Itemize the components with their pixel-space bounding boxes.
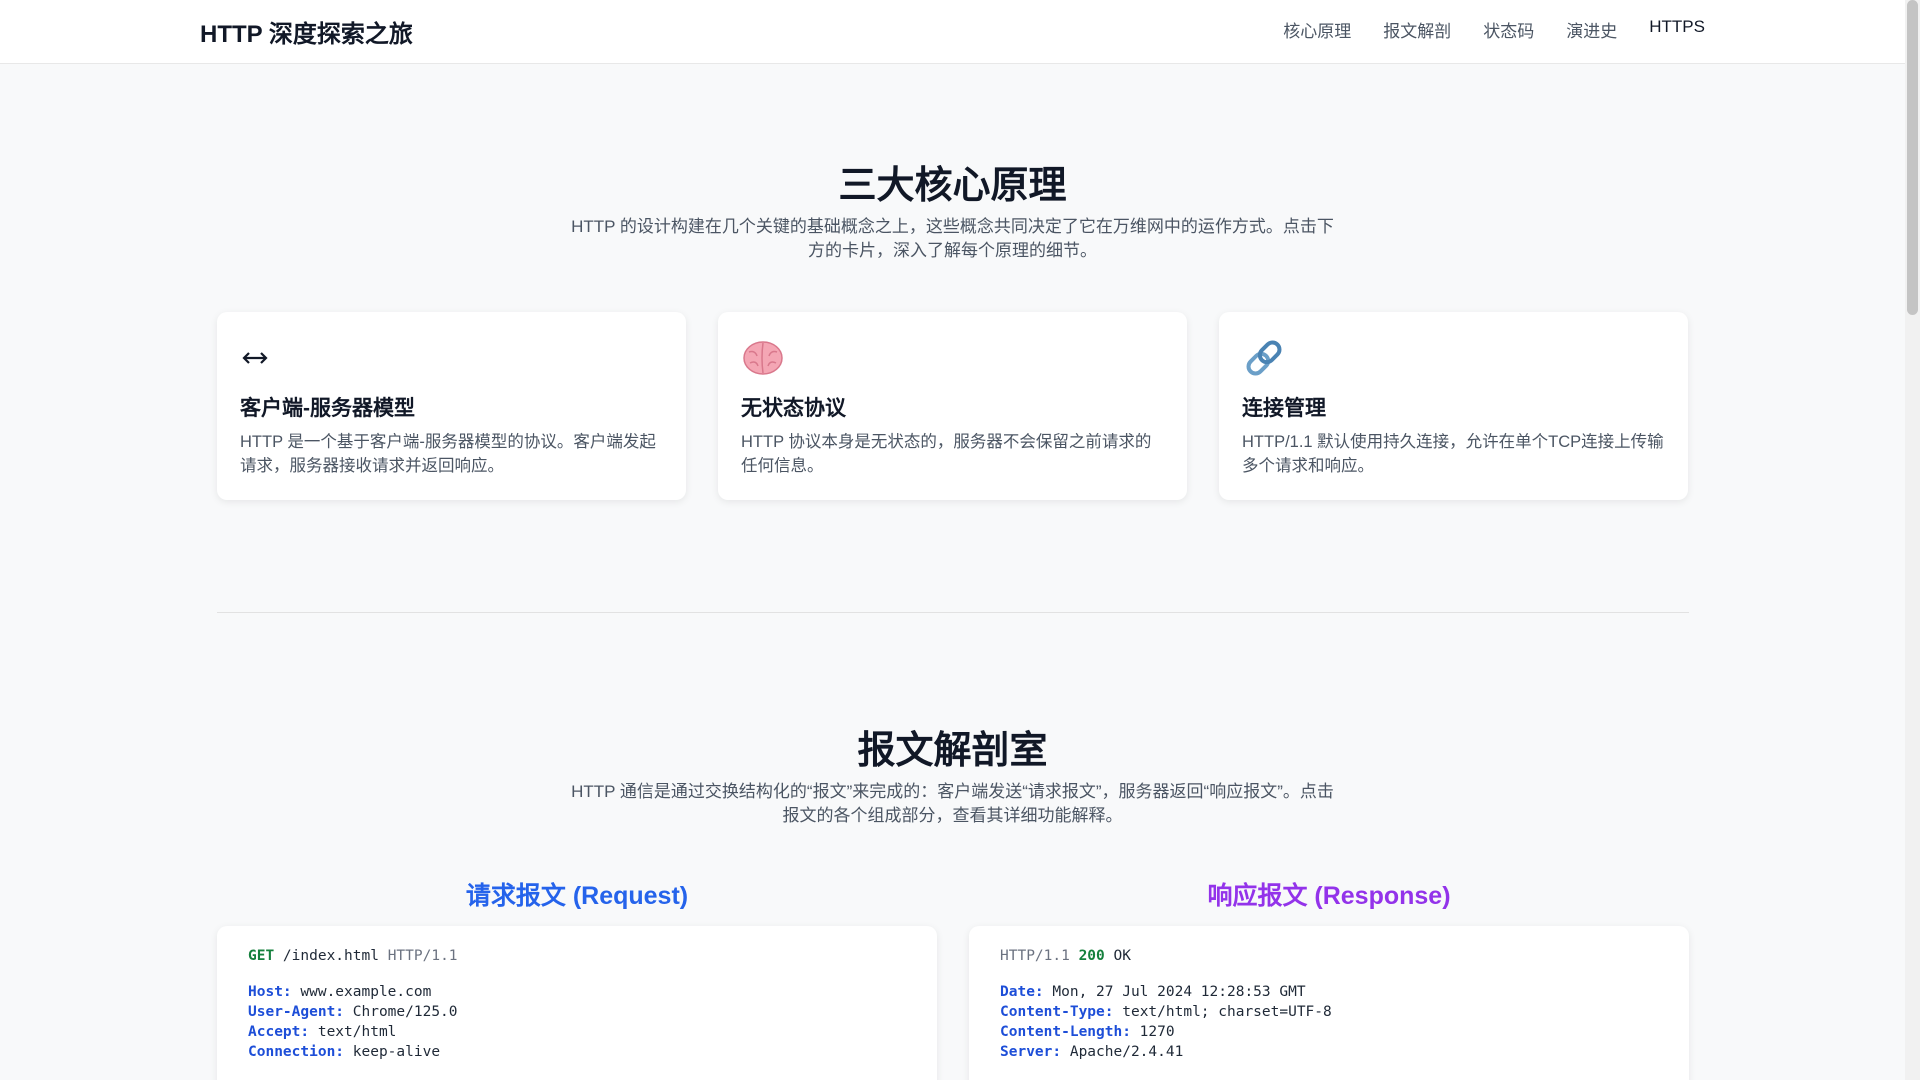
nav-link-message-anatomy[interactable]: 报文解剖 — [1383, 17, 1451, 42]
header-value: Mon, 27 Jul 2024 12:28:53 GMT — [1043, 984, 1306, 1000]
status-line[interactable]: HTTP/1.1 200 OK — [1000, 946, 1658, 966]
header-value: text/html — [309, 1024, 397, 1040]
anatomy-section-title: 报文解剖室 — [857, 730, 1048, 772]
bidirectional-arrow-icon — [240, 336, 663, 380]
request-message-heading: 请求报文 (Request) — [465, 882, 689, 910]
principles-section-title: 三大核心原理 — [838, 165, 1067, 207]
header-key: Accept: — [248, 1024, 310, 1040]
header-key: Host: — [248, 984, 292, 1000]
principles-section-description: HTTP 的设计构建在几个关键的基础概念之上，这些概念共同决定了它在万维网中的运… — [571, 217, 1334, 260]
request-version[interactable]: HTTP/1.1 — [388, 948, 458, 964]
response-header-content-type[interactable]: Content-Type: text/html; charset=UTF-8 — [1000, 1002, 1658, 1022]
request-line[interactable]: GET /index.html HTTP/1.1 — [248, 946, 906, 966]
header-key: Content-Length: — [1000, 1024, 1131, 1040]
nav-link-status-codes[interactable]: 状态码 — [1483, 17, 1534, 42]
anatomy-section-description: HTTP 通信是通过交换结构化的“报文”来完成的：客户端发送“请求报文”，服务器… — [571, 782, 1334, 825]
nav-link-history[interactable]: 演进史 — [1566, 17, 1617, 42]
brain-icon — [741, 336, 1164, 380]
principle-card-stateless[interactable]: 无状态协议 HTTP 协议本身是无状态的，服务器不会保留之前请求的任何信息。 — [718, 312, 1187, 500]
request-header-connection[interactable]: Connection: keep-alive — [248, 1042, 906, 1062]
nav-link-https[interactable]: HTTPS — [1649, 17, 1705, 42]
header-key: Connection: — [248, 1044, 345, 1060]
header-value: keep-alive — [344, 1044, 441, 1060]
response-message-heading: 响应报文 (Response) — [1207, 882, 1451, 910]
header-key: Date: — [1000, 984, 1044, 1000]
request-method[interactable]: GET — [248, 948, 274, 964]
response-status-text[interactable]: OK — [1105, 948, 1130, 964]
header-value: 1270 — [1130, 1024, 1175, 1040]
card-text: HTTP 是一个基于客户端-服务器模型的协议。客户端发起请求，服务器接收请求并返… — [240, 433, 656, 475]
response-header-server[interactable]: Server: Apache/2.4.41 — [1000, 1042, 1658, 1062]
response-header-content-length[interactable]: Content-Length: 1270 — [1000, 1022, 1658, 1042]
request-path[interactable]: /index.html — [274, 948, 388, 964]
response-header-date[interactable]: Date: Mon, 27 Jul 2024 12:28:53 GMT — [1000, 982, 1658, 1002]
nav-link-core-principles[interactable]: 核心原理 — [1283, 17, 1351, 42]
link-icon — [1242, 336, 1665, 380]
header-value: Apache/2.4.41 — [1061, 1044, 1184, 1060]
response-message-panel: HTTP/1.1 200 OK Date: Mon, 27 Jul 2024 1… — [969, 926, 1689, 1080]
nav-links: 核心原理 报文解剖 状态码 演进史 HTTPS — [1283, 17, 1705, 42]
card-title: 无状态协议 — [741, 397, 846, 420]
header-value: text/html; charset=UTF-8 — [1113, 1004, 1332, 1020]
scrollbar-thumb[interactable] — [1907, 0, 1918, 315]
site-brand[interactable]: HTTP 深度探索之旅 — [200, 14, 413, 49]
header-key: User-Agent: — [248, 1004, 345, 1020]
header-value: Chrome/125.0 — [344, 1004, 458, 1020]
header-key: Content-Type: — [1000, 1004, 1114, 1020]
response-version[interactable]: HTTP/1.1 — [1000, 948, 1070, 964]
section-divider — [217, 612, 1689, 613]
card-title: 连接管理 — [1242, 397, 1326, 420]
principle-card-connection[interactable]: 连接管理 HTTP/1.1 默认使用持久连接，允许在单个TCP连接上传输多个请求… — [1219, 312, 1688, 500]
card-text: HTTP/1.1 默认使用持久连接，允许在单个TCP连接上传输多个请求和响应。 — [1242, 433, 1664, 475]
response-status-code[interactable]: 200 — [1070, 948, 1105, 964]
request-message-panel: GET /index.html HTTP/1.1 Host: www.examp… — [217, 926, 937, 1080]
top-navbar: HTTP 深度探索之旅 核心原理 报文解剖 状态码 演进史 HTTPS — [0, 0, 1905, 64]
card-text: HTTP 协议本身是无状态的，服务器不会保留之前请求的任何信息。 — [741, 433, 1152, 475]
request-header-accept[interactable]: Accept: text/html — [248, 1022, 906, 1042]
request-header-host[interactable]: Host: www.example.com — [248, 982, 906, 1002]
header-key: Server: — [1000, 1044, 1062, 1060]
request-header-user-agent[interactable]: User-Agent: Chrome/125.0 — [248, 1002, 906, 1022]
page-scrollbar[interactable] — [1905, 0, 1920, 1080]
principle-card-client-server[interactable]: 客户端-服务器模型 HTTP 是一个基于客户端-服务器模型的协议。客户端发起请求… — [217, 312, 686, 500]
header-value: www.example.com — [291, 984, 432, 1000]
card-title: 客户端-服务器模型 — [240, 397, 415, 420]
